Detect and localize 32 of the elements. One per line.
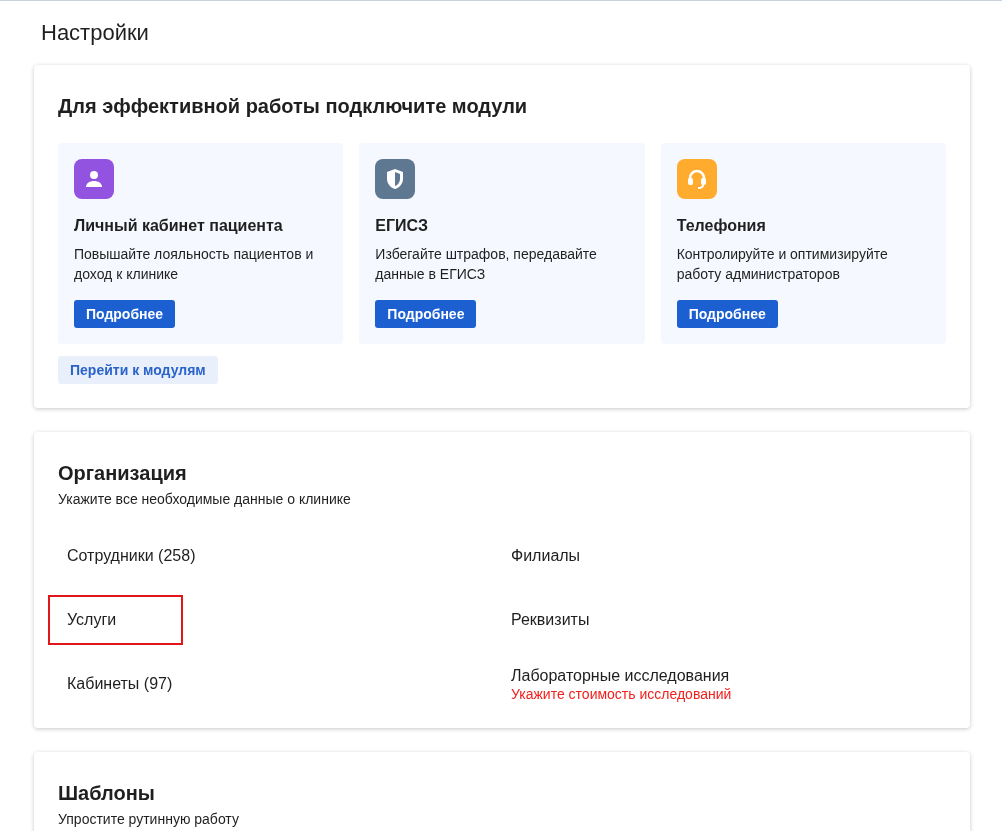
module-title: Личный кабинет пациента [74,216,284,236]
module-title: Телефония [676,216,767,236]
details-button[interactable]: Подробнее [676,300,778,328]
module-description: Избегайте штрафов, передавайте данные в ЕГИСЗ [375,245,598,284]
settings-item-label: Кабинеты (97) [67,674,173,694]
headset-icon [685,168,708,190]
settings-item-label: Реквизиты [511,610,591,630]
settings-item[interactable]: Филиалы [492,531,627,581]
module-description: Повышайте лояльность пациентов и доход к клинике [74,245,315,284]
shield-icon [385,168,406,190]
section-subtitle: Упростите рутинную работу [58,810,240,828]
settings-item[interactable]: Лабораторные исследования Укажите стоимость исследований [492,659,750,709]
settings-item-label: Филиалы [511,546,582,566]
settings-item-label: Сотрудники (258) [67,546,196,566]
details-button[interactable]: Подробнее [74,300,176,328]
module-title: ЕГИСЗ [375,216,429,236]
settings-item[interactable]: Реквизиты [492,595,627,645]
settings-item[interactable]: Сотрудники (258) [48,531,214,581]
details-button[interactable]: Подробнее [375,300,477,328]
module-description: Контролируйте и оптимизируйте работу администраторов [676,245,889,284]
go-to-modules-button[interactable]: Перейти к модулям [58,356,218,384]
settings-item-label: Лабораторные исследования [511,666,731,686]
section-subtitle: Укажите все необходимые данные о клинике [58,490,352,508]
settings-item[interactable]: Кабинеты (97) [48,659,191,709]
section-title: Для эффективной работы подключите модули [58,94,529,119]
page-title: Настройки [41,19,150,47]
settings-item[interactable]: Услуги [48,595,183,645]
settings-item-label: Услуги [67,610,118,630]
person-icon [84,169,104,189]
section-title: Шаблоны [58,781,156,806]
warning-text: Укажите стоимость исследований [511,686,732,702]
section-title: Организация [58,461,188,486]
